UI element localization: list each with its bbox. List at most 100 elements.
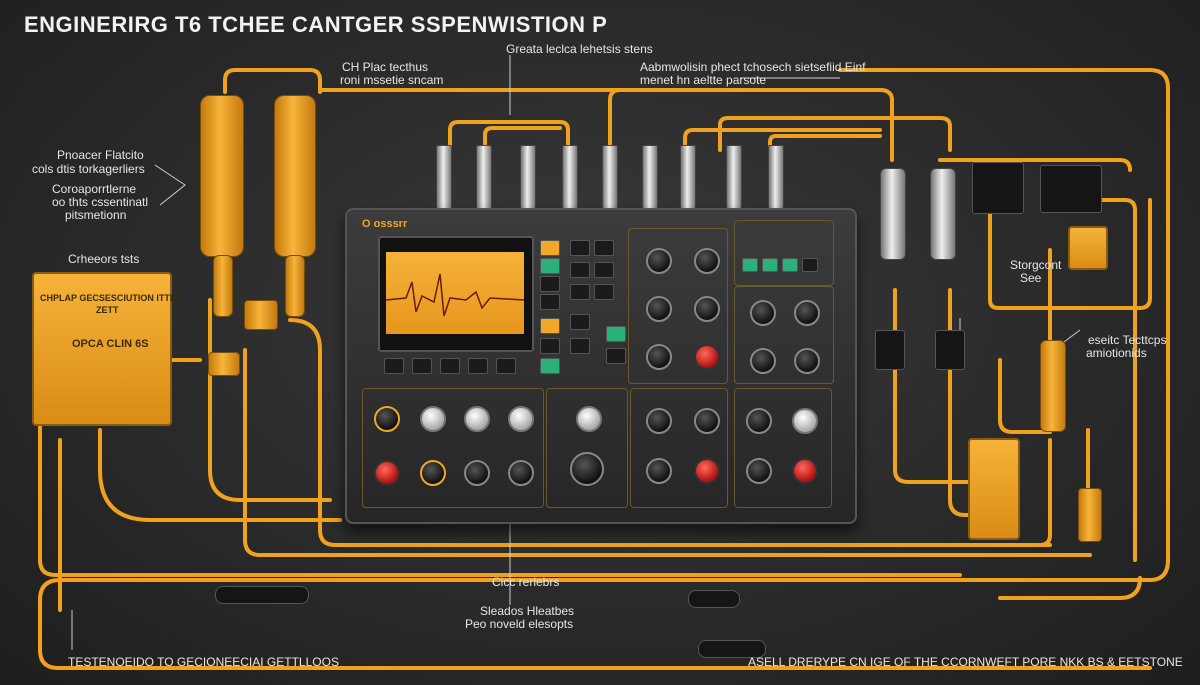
plug-icon [875, 330, 905, 370]
knob-icon[interactable] [794, 300, 820, 326]
label-right: amiotionids [1086, 346, 1147, 360]
function-button[interactable] [570, 314, 590, 330]
panel-section [734, 388, 832, 508]
knob-icon[interactable] [464, 406, 490, 432]
label-left: pitsmetionn [65, 208, 127, 222]
knob-icon[interactable] [792, 458, 818, 484]
indicator-light [802, 258, 818, 272]
function-button[interactable] [540, 240, 560, 256]
function-button[interactable] [570, 338, 590, 354]
label-bottom-center: Cicc rerlebrs [492, 575, 560, 589]
label-top-center: Greata leclca lehetsis stens [506, 42, 653, 56]
function-button[interactable] [594, 284, 614, 300]
relay-icon [972, 162, 1024, 214]
knob-icon[interactable] [746, 408, 772, 434]
plug-icon [688, 590, 740, 608]
label-right: Storgcont [1010, 258, 1062, 272]
screen-button[interactable] [468, 358, 488, 374]
knob-icon[interactable] [750, 348, 776, 374]
function-button[interactable] [540, 338, 560, 354]
knob-icon[interactable] [508, 406, 534, 432]
connector-icon [726, 145, 742, 209]
knob-icon[interactable] [646, 248, 672, 274]
screen-button[interactable] [496, 358, 516, 374]
connector-icon [642, 145, 658, 209]
knob-icon[interactable] [420, 460, 446, 486]
panel-section [630, 388, 728, 508]
screen-button[interactable] [440, 358, 460, 374]
connector-icon [476, 145, 492, 209]
cylinder-icon [200, 95, 244, 257]
knob-icon[interactable] [374, 460, 400, 486]
cylinder-icon [285, 255, 305, 317]
function-button[interactable] [540, 358, 560, 374]
box-label: ZETT [96, 305, 119, 315]
control-box: CHPLAP GECSESCIUTION ITTEP ZETT OPCA CLI… [32, 272, 182, 426]
fuse-icon [930, 168, 956, 260]
function-button[interactable] [570, 284, 590, 300]
knob-icon[interactable] [508, 460, 534, 486]
knob-icon[interactable] [694, 344, 720, 370]
function-button[interactable] [540, 318, 560, 334]
function-button[interactable] [540, 294, 560, 310]
sensor-box [1068, 226, 1108, 270]
panel-section [734, 220, 834, 286]
knob-icon[interactable] [750, 300, 776, 326]
knob-icon[interactable] [646, 296, 672, 322]
relay-icon [1040, 165, 1102, 213]
knob-icon[interactable] [464, 460, 490, 486]
label-left: Crheeors tsts [68, 252, 140, 266]
knob-icon[interactable] [646, 344, 672, 370]
knob-icon[interactable] [794, 348, 820, 374]
label-bottom-center: Sleados Hleatbes [480, 604, 575, 618]
cylinder-icon [274, 95, 316, 257]
knob-icon[interactable] [694, 296, 720, 322]
connector-icon [602, 145, 618, 209]
knob-icon[interactable] [420, 406, 446, 432]
cylinder-icon [213, 255, 233, 317]
knob-icon[interactable] [694, 408, 720, 434]
function-button[interactable] [540, 276, 560, 292]
function-button[interactable] [540, 258, 560, 274]
label-left: Coroaporrtlerne [52, 182, 137, 196]
label-right: eseitc Tecttcps [1088, 333, 1167, 347]
screen-button[interactable] [384, 358, 404, 374]
plug-icon [215, 586, 309, 604]
label-top-right: Aabmwolisin phect tchosech sietsefiid Ei… [640, 60, 866, 74]
connector-icon [1078, 488, 1102, 542]
function-button[interactable] [606, 326, 626, 342]
knob-icon[interactable] [646, 458, 672, 484]
indicator-light [742, 258, 758, 272]
function-button[interactable] [570, 240, 590, 256]
box-label: OPCA CLIN 6S [72, 338, 149, 350]
knob-icon[interactable] [694, 248, 720, 274]
knob-icon[interactable] [646, 408, 672, 434]
screen-button[interactable] [412, 358, 432, 374]
knob-icon[interactable] [694, 458, 720, 484]
knob-icon[interactable] [792, 408, 818, 434]
knob-icon[interactable] [570, 452, 604, 486]
screen-icon [378, 236, 534, 352]
indicator-light [762, 258, 778, 272]
connector-icon [208, 352, 240, 376]
connector-icon [680, 145, 696, 209]
footer-left: TESTENOEIDO TO GECIONEECIAI GETTLLOOS [68, 655, 339, 669]
cylinder-icon [1040, 340, 1066, 432]
function-button[interactable] [570, 262, 590, 278]
function-button[interactable] [606, 348, 626, 364]
function-button[interactable] [594, 262, 614, 278]
label-left: cols dtis torkagerliers [32, 162, 145, 176]
knob-icon[interactable] [746, 458, 772, 484]
indicator-light [782, 258, 798, 272]
connector-icon [562, 145, 578, 209]
meter-box [968, 438, 1020, 540]
function-button[interactable] [594, 240, 614, 256]
label-top-right: menet hn aeltte parsote [640, 73, 767, 87]
label-bottom-center: Peo noveld elesopts [465, 617, 574, 631]
knob-icon[interactable] [576, 406, 602, 432]
connector-icon [520, 145, 536, 209]
knob-icon[interactable] [374, 406, 400, 432]
label-top-left: CH Plac tecthus [342, 60, 429, 74]
label-left: oo thts cssentinatl [52, 195, 149, 209]
connector-icon [768, 145, 784, 209]
